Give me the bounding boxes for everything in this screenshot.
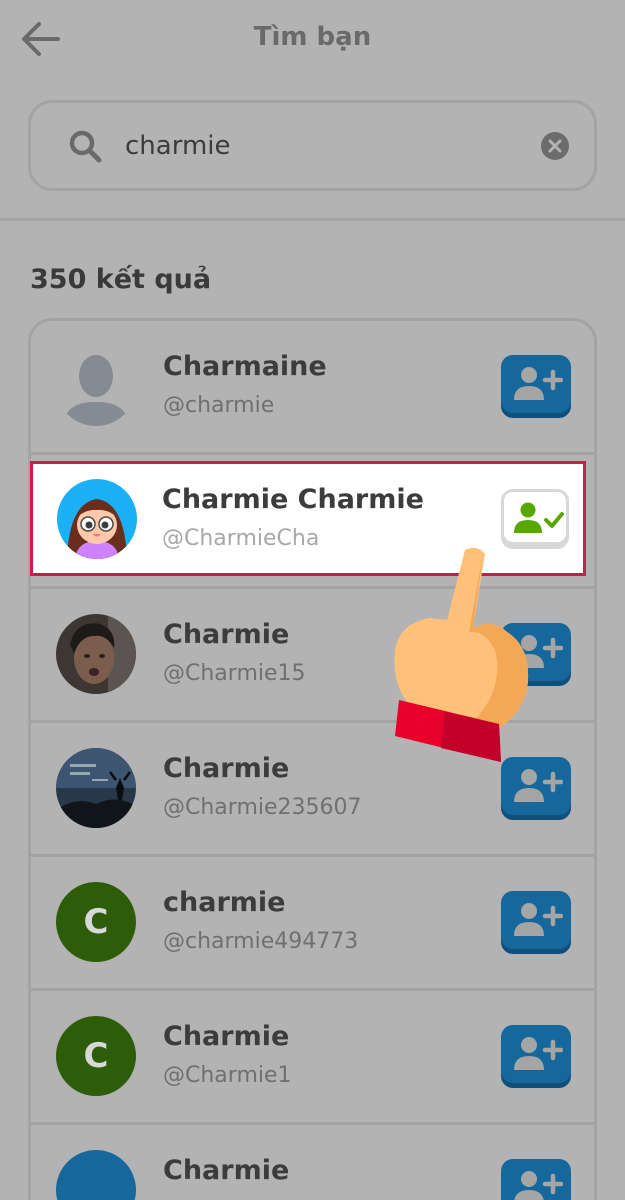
user-handle: @charmie494773 [163,929,359,954]
letter-avatar: C [56,882,136,962]
user-handle: @charmie [163,393,275,418]
landscape-avatar-icon [56,748,136,828]
pointer-hand-icon [394,547,529,762]
add-user-icon [514,1171,563,1200]
user-name: Charmie [163,619,290,650]
user-name: Charmie [163,753,290,784]
list-item[interactable]: Charmie [31,1125,594,1200]
user-check-icon [514,502,564,533]
avatar [56,1150,136,1200]
user-name: Charmie [163,1155,290,1186]
clear-icon [548,139,562,153]
add-friend-button[interactable] [501,1159,571,1200]
add-user-icon [514,903,563,936]
clear-search-button[interactable] [541,132,569,160]
user-handle: @CharmieCha [162,526,320,551]
user-name: Charmie Charmie [162,484,424,515]
photo-avatar-icon [56,614,136,694]
friend-added-button[interactable] [501,489,569,545]
list-item[interactable]: Charmaine @charmie [31,321,594,455]
default-avatar-icon [56,346,136,426]
header: Tìm bạn [0,0,625,80]
user-handle: @Charmie1 [163,1063,292,1088]
search-icon [69,130,102,163]
add-friend-button[interactable] [501,1025,571,1083]
letter-avatar: C [56,1016,136,1096]
avatar [56,346,136,426]
avatar [56,614,136,694]
search-input[interactable] [125,123,505,169]
avatar [57,479,137,559]
result-count: 350 kết quả [30,264,212,295]
list-item[interactable]: C Charmie @Charmie1 [31,991,594,1125]
page-title: Tìm bạn [253,22,372,52]
user-name: Charmie [163,1021,290,1052]
divider [0,218,625,221]
add-friend-button[interactable] [501,891,571,949]
add-user-icon [514,1037,563,1070]
list-item[interactable]: C charmie @charmie494773 [31,857,594,991]
add-user-icon [514,367,563,400]
user-handle: @Charmie15 [163,661,306,686]
user-name: Charmaine [163,351,327,382]
user-handle: @Charmie235607 [163,795,362,820]
add-friend-button[interactable] [501,355,571,413]
avatar [56,748,136,828]
cartoon-avatar-icon [57,479,137,559]
user-name: charmie [163,887,286,918]
search-box[interactable] [28,100,597,191]
add-user-icon [514,769,563,802]
